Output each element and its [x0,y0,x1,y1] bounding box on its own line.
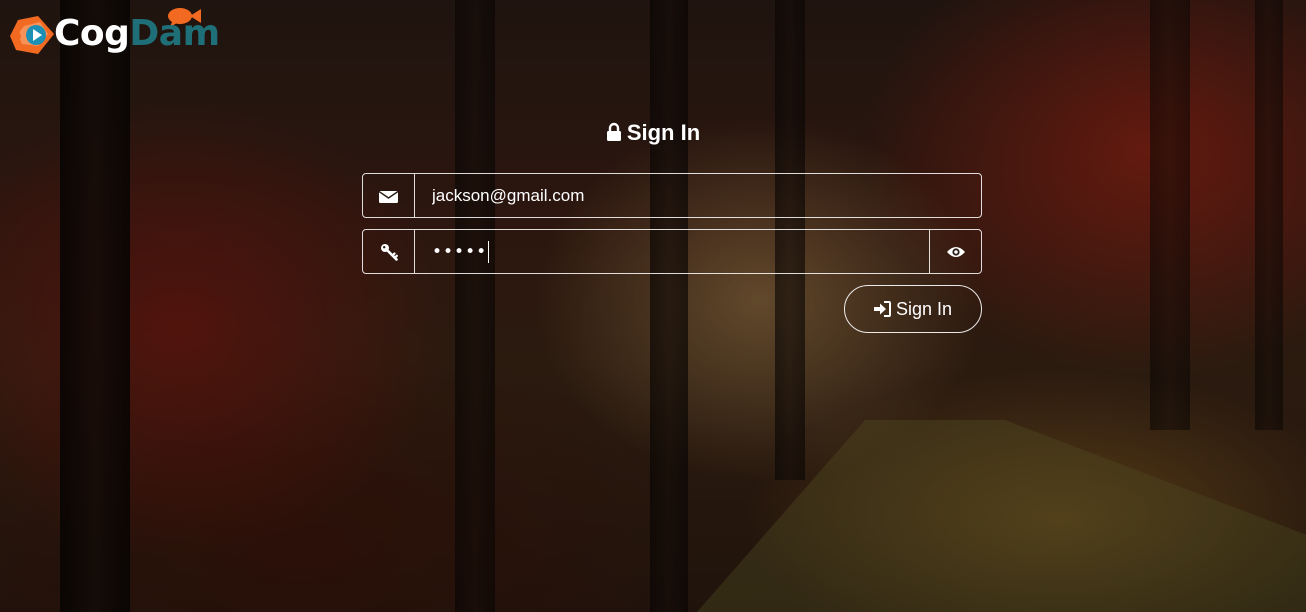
password-masked-value: ••••• [432,241,488,262]
signin-heading: Sign In [0,118,1306,148]
email-input[interactable] [415,174,981,217]
email-addon [363,174,415,217]
sign-in-button[interactable]: Sign In [844,285,982,333]
logo-text-cog: Cog [54,13,130,54]
email-field-group [362,173,982,218]
password-field-group: ••••• [362,229,982,274]
signin-heading-text: Sign In [626,120,701,145]
sign-in-button-label: Sign In [895,298,953,319]
logo-wordmark: CogDam [54,14,220,54]
text-caret [488,240,490,263]
logo-text-dam: Dam [129,13,220,54]
sign-in-icon [873,301,891,317]
password-addon [363,230,415,273]
eye-icon [946,246,965,257]
password-input[interactable]: ••••• [415,230,929,273]
key-icon [380,243,398,261]
login-page: CogDam Sign In ••••• [0,0,1306,612]
show-password-toggle[interactable] [929,230,981,273]
play-fish-logo-icon [10,16,54,54]
envelope-icon [379,190,398,203]
lock-icon [606,122,621,141]
brand-logo[interactable]: CogDam [8,4,238,60]
background-overlay [0,0,1306,612]
